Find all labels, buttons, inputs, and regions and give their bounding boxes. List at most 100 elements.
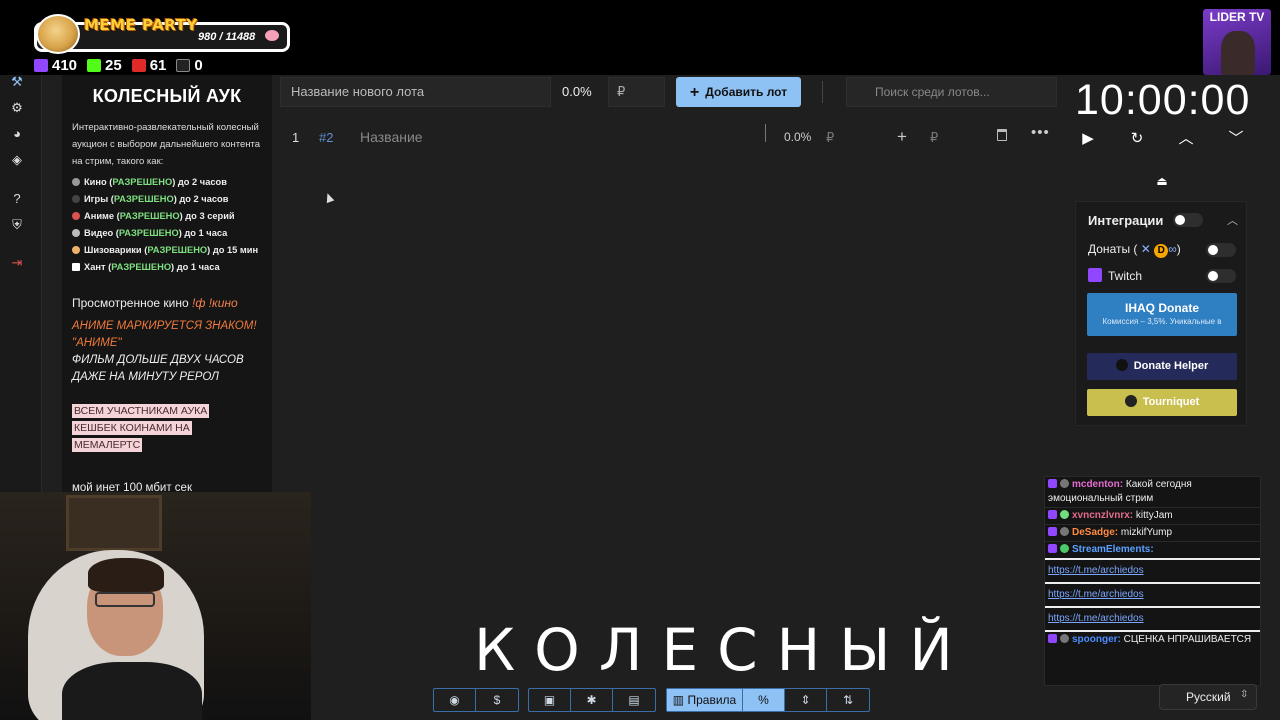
chat-link[interactable]: https://t.me/archiedos [1045, 606, 1260, 630]
play-icon[interactable]: ▶ [1077, 128, 1099, 150]
tourniquet-button[interactable]: Tourniquet [1087, 389, 1237, 416]
rules-viewed: Просмотренное кино !ф !кино [72, 296, 238, 310]
clear-icon[interactable]: ▤ [613, 689, 655, 711]
stat-vklive: 61 [131, 57, 167, 74]
toolbar-group-view: ▥ Правила % ⇕ ⇅ [666, 688, 870, 712]
integrations-title: Интеграции [1088, 213, 1164, 228]
save-icon[interactable]: ▣ [529, 689, 571, 711]
github-icon[interactable]: ◉ [434, 689, 476, 711]
chat-link[interactable]: https://t.me/archiedos [1045, 582, 1260, 606]
stat-value: 61 [149, 57, 167, 74]
hammer-icon[interactable]: ⚒ [10, 75, 24, 89]
wall-picture [66, 495, 162, 551]
auction-timer: 10:00:00 [1075, 76, 1251, 124]
chat-message: mcdenton: Какой сегодня эмоциональный ст… [1045, 477, 1260, 508]
ihaq-donate-button[interactable]: IHAQ Donate Комиссия – 3,5%. Уникальные … [1087, 293, 1237, 336]
rules-intro: Интерактивно-развлекательный колесный ау… [72, 122, 261, 167]
stat-kick: 25 [87, 57, 122, 74]
lider-tv-badge: LIDER TV [1203, 9, 1271, 75]
donate-dollar-button[interactable]: $ [476, 689, 518, 711]
anime-icon [72, 212, 80, 220]
stat-value: 0 [194, 57, 203, 74]
live-icon [131, 59, 146, 72]
new-lot-percent: 0.0% [562, 84, 592, 99]
twitch-icon [1048, 527, 1057, 536]
divider [822, 81, 823, 103]
twitch-toggle[interactable] [1206, 269, 1236, 283]
ihaq-subtitle: Комиссия – 3,5%. Уникальные в [1102, 317, 1222, 326]
meme-party-title: MEME PARTY [84, 16, 198, 34]
twitch-icon [1088, 268, 1102, 282]
rules-button[interactable]: ▥ Правила [667, 689, 743, 711]
square-icon [72, 263, 80, 271]
kick-icon [87, 59, 102, 72]
lot-index: 1 [292, 130, 300, 145]
avatar [1060, 510, 1069, 519]
doge-icon [36, 14, 80, 54]
lot-name-input[interactable]: Название [360, 129, 423, 145]
lot-search-input[interactable]: Поиск среди лотов... [846, 77, 1057, 107]
sort-icon[interactable]: ⇅ [827, 689, 869, 711]
rules-title: КОЛЕСНЫЙ АУК [92, 86, 242, 106]
chevron-updown-icon: ⇳ [1240, 689, 1249, 700]
rule-item: Хант (РАЗРЕШЕНО) до 1 часа [72, 259, 272, 276]
twitch-icon [34, 59, 48, 72]
toolbar-group-tools: ▣ ✱ ▤ [528, 688, 656, 712]
help-icon[interactable]: ? [10, 192, 24, 206]
chat-overlay: mcdenton: Какой сегодня эмоциональный ст… [1044, 476, 1261, 686]
lot-percent: 0.0% [784, 130, 812, 144]
add-lot-label: Добавить лот [705, 85, 788, 99]
rule-item: Аниме (РАЗРЕШЕНО) до 3 серий [72, 208, 272, 225]
logout-icon[interactable]: ⇥ [10, 256, 24, 270]
reset-icon[interactable]: ↻ [1126, 128, 1148, 150]
rules-list: Кино (РАЗРЕШЕНО) до 2 часов Игры (РАЗРЕШ… [72, 174, 272, 276]
donate-helper-button[interactable]: Donate Helper [1087, 353, 1237, 380]
rule-item: Видео (РАЗРЕШЕНО) до 1 часа [72, 225, 272, 242]
stat-w: 0 [176, 57, 203, 74]
integrations-panel: Интеграции ︿ Донаты ( ✕ D ∞) Twitch IHAQ … [1075, 201, 1247, 426]
avatar [1060, 527, 1069, 536]
percent-toggle-button[interactable]: % [743, 689, 785, 711]
twitch-icon [1048, 510, 1057, 519]
streamer-body [62, 662, 202, 720]
chat-link[interactable]: https://t.me/archiedos [1045, 558, 1260, 582]
pie-chart-icon[interactable]: ◕ [10, 127, 24, 141]
glasses [95, 592, 155, 607]
lot-row: 1 #2 Название 0.0% ₽ + ₽ ••• [280, 123, 1060, 151]
new-lot-price-input[interactable]: ₽ [608, 77, 665, 107]
split-icon[interactable]: ⇕ [785, 689, 827, 711]
collapse-icon[interactable]: ⏏ [1151, 171, 1173, 191]
lot-add-amount-button[interactable]: + [897, 127, 907, 147]
donationalerts-icon: D [1154, 244, 1169, 258]
meme-party-count: 980 / 11488 [198, 31, 256, 43]
lider-avatar [1221, 31, 1255, 75]
video-icon [72, 229, 80, 237]
face-icon [72, 246, 80, 254]
rule-item: Кино (РАЗРЕШЕНО) до 2 часов [72, 174, 272, 191]
chat-message: xvncnzlvnrx: kittyJam [1045, 508, 1260, 525]
more-icon[interactable]: ••• [1031, 124, 1050, 141]
trash-icon[interactable] [997, 129, 1007, 141]
donations-toggle[interactable] [1206, 243, 1236, 257]
stat-value: 25 [105, 57, 122, 74]
lot-extra-amount-input[interactable]: ₽ [930, 130, 938, 146]
rules-icon: ▥ [672, 693, 685, 707]
integrations-toggle[interactable] [1173, 213, 1203, 227]
layers-icon[interactable]: ◈ [10, 153, 24, 167]
add-lot-button[interactable]: + Добавить лот [676, 77, 801, 107]
rule-item: Игры (РАЗРЕШЕНО) до 2 часов [72, 191, 272, 208]
x-icon: ✕ [1140, 242, 1151, 256]
bug-icon[interactable]: ✱ [571, 689, 613, 711]
gear-icon[interactable]: ⚙ [10, 101, 24, 115]
toolbar-group-links: ◉ $ [433, 688, 519, 712]
twitch-icon [1048, 544, 1057, 553]
chevron-up-icon[interactable]: ︿ [1175, 128, 1197, 150]
new-lot-name-input[interactable]: Название нового лота [280, 77, 551, 107]
shield-icon[interactable]: ⛨ [10, 218, 24, 232]
lot-amount-input[interactable]: ₽ [826, 130, 834, 146]
chevron-down-icon[interactable]: ﹀ [1225, 128, 1247, 150]
movie-icon [72, 178, 80, 186]
avatar [1060, 479, 1069, 488]
avatar [1060, 544, 1069, 553]
chevron-up-icon[interactable]: ︿ [1227, 212, 1238, 228]
